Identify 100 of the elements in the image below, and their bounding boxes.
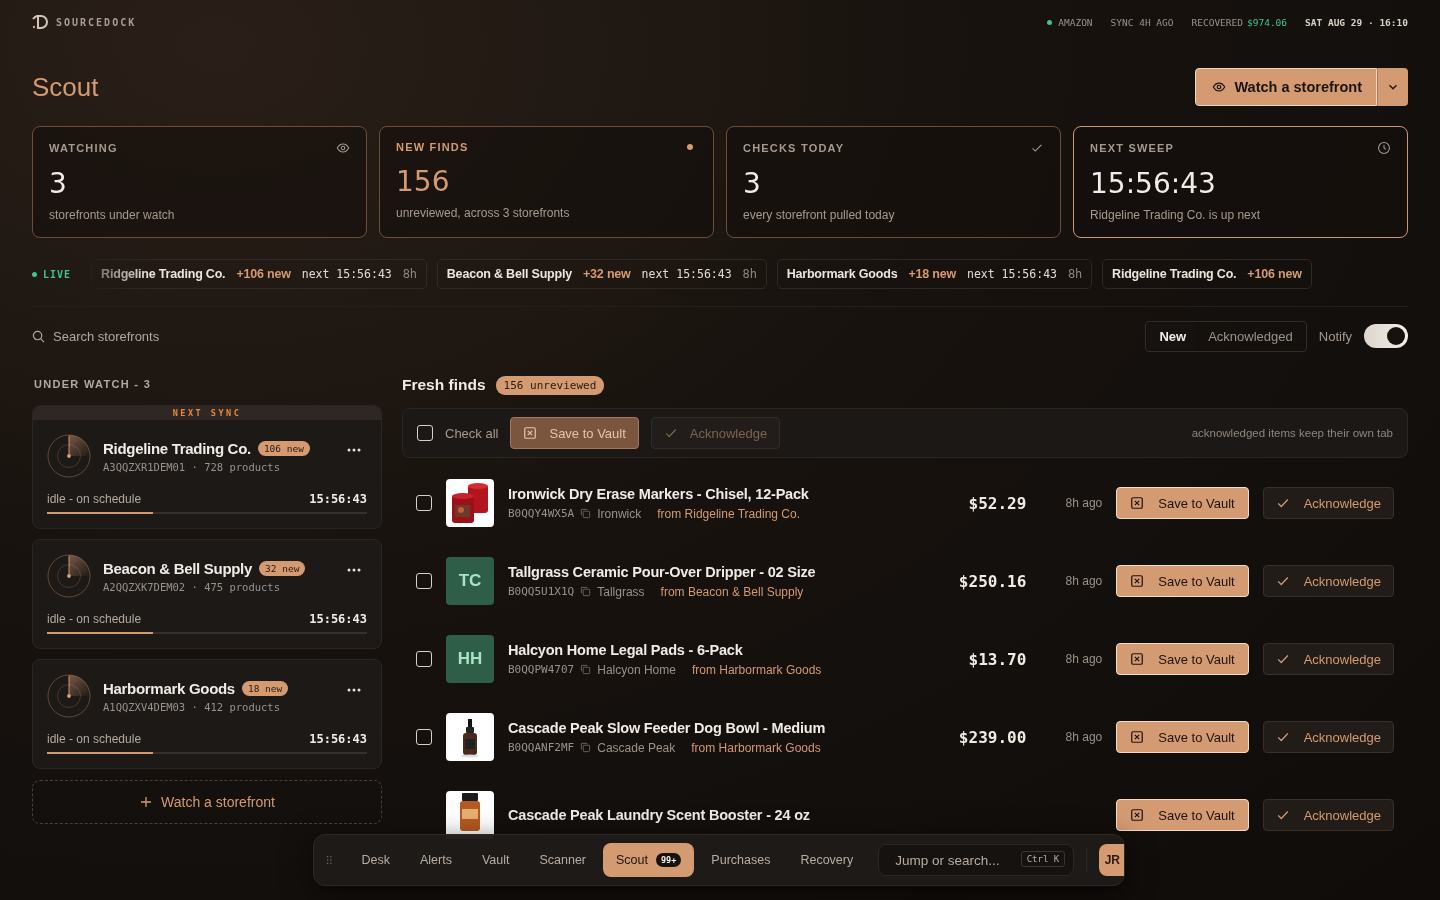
status-dot-icon: [687, 144, 693, 150]
recovered-amount: $974.06: [1247, 16, 1288, 28]
sync-status: idle - on schedule: [47, 492, 142, 506]
check-all-checkbox[interactable]: [417, 425, 433, 441]
dock-tab[interactable]: Purchases: [698, 843, 784, 877]
plus-icon: [139, 795, 154, 809]
stat-label: NEXT SWEEP: [1090, 142, 1175, 154]
acknowledge-button[interactable]: Acknowledge: [1262, 799, 1394, 831]
next-sync-time: next 15:56:43: [967, 267, 1057, 281]
view-tab[interactable]: New: [1148, 323, 1198, 349]
dock-tab[interactable]: Scanner: [526, 843, 600, 877]
dock-tab[interactable]: Vault: [468, 843, 523, 877]
view-tab[interactable]: Acknowledged: [1197, 323, 1304, 349]
storefront-card[interactable]: NEXT SYNC Ridgeline Trading Co. 106 new A3QQZXR1DEM01 · 728 products idle - on schedule 15:56:43: [32, 405, 382, 529]
sync-status: idle - on schedule: [47, 612, 142, 626]
storefront-name: Beacon & Bell Supply: [103, 559, 253, 577]
stat-value: 156: [396, 165, 451, 198]
vault-icon: [1130, 652, 1145, 666]
row-checkbox[interactable]: [416, 495, 432, 511]
stat-caption: storefronts under watch: [49, 208, 176, 222]
storefront-card[interactable]: Beacon & Bell Supply 32 new A2QQZXK7DEM02 · 475 products idle - on schedule 15:56:43: [32, 539, 382, 649]
copy-icon[interactable]: [580, 742, 592, 753]
brand-name: Halcyon Home: [597, 662, 676, 677]
check-all-label: Check all: [445, 425, 499, 441]
age-label: 8h: [742, 267, 757, 281]
product-title: Ironwick Dry Erase Markers - Chisel, 12-Pack: [508, 485, 810, 502]
watch-storefront-button[interactable]: Watch a storefront: [1195, 68, 1377, 106]
asin-code: B0QQANF2MF: [508, 741, 575, 754]
check-icon: [1275, 730, 1290, 744]
initials-avatar: HH: [446, 635, 494, 683]
stat-caption: unreviewed, across 3 storefronts: [396, 206, 571, 220]
price: $250.16: [957, 571, 1027, 591]
next-sync-time: 15:56:43: [309, 492, 367, 506]
row-checkbox[interactable]: [416, 651, 432, 667]
sync-status: SYNC 4H AGO: [1110, 16, 1174, 28]
new-count-badge: 32 new: [259, 560, 306, 576]
stat-caption: Ridgeline Trading Co. is up next: [1090, 208, 1262, 222]
copy-icon[interactable]: [580, 586, 592, 597]
acknowledge-button[interactable]: Acknowledge: [1262, 565, 1394, 597]
check-icon: [1275, 652, 1290, 666]
page-title: Scout: [32, 71, 99, 103]
found-age: 8h ago: [1064, 652, 1103, 666]
save-to-vault-button[interactable]: Save to Vault: [1116, 487, 1249, 519]
dock-tab[interactable]: Alerts: [406, 843, 465, 877]
storefront-card[interactable]: Harbormark Goods 18 new A1QQZXV4DEM03 · 412 products idle - on schedule 15:56:43: [32, 659, 382, 769]
search-field[interactable]: Search storefronts: [53, 328, 253, 344]
asin-code: B0QQY4WX5A: [508, 507, 575, 520]
section-title: Fresh finds: [402, 376, 486, 394]
dock-tab[interactable]: Recovery: [787, 843, 867, 877]
asin-code: B0QQ5U1X1Q: [508, 585, 575, 598]
drag-handle-icon[interactable]: [326, 854, 333, 866]
vault-icon: [1130, 808, 1145, 822]
check-icon: [1275, 808, 1290, 822]
save-to-vault-button[interactable]: Save to Vault: [1116, 799, 1249, 831]
row-checkbox[interactable]: [416, 573, 432, 589]
source-storefront: from Harbormark Goods: [691, 740, 821, 755]
next-sync-time: next 15:56:43: [301, 267, 392, 281]
acknowledge-button[interactable]: Acknowledge: [1262, 487, 1394, 519]
radar-icon: [47, 554, 91, 598]
next-sync-time: 15:56:43: [309, 732, 367, 746]
check-icon: [1275, 574, 1290, 588]
dock-tab[interactable]: Scout 99+: [603, 843, 695, 877]
more-icon: [347, 568, 361, 572]
copy-icon[interactable]: [580, 508, 592, 519]
acknowledge-button[interactable]: Acknowledge: [1262, 643, 1394, 675]
new-count: +106 new: [236, 267, 291, 281]
save-to-vault-button[interactable]: Save to Vault: [510, 417, 639, 449]
hint-text: acknowledged items keep their own tab: [1191, 427, 1393, 439]
logo-icon: [32, 15, 48, 29]
eye-icon: [1212, 80, 1227, 94]
check-icon: [1275, 496, 1290, 510]
radar-icon: [47, 434, 91, 478]
source-storefront: from Harbormark Goods: [691, 662, 822, 677]
more-icon: [347, 448, 361, 452]
acknowledge-button[interactable]: Acknowledge: [1262, 721, 1394, 753]
user-avatar[interactable]: JR: [1099, 844, 1124, 876]
eye-icon: [336, 141, 350, 155]
radar-icon: [47, 674, 91, 718]
save-to-vault-button[interactable]: Save to Vault: [1116, 721, 1249, 753]
storefront-meta: A1QQZXV4DEM03 · 412 products: [103, 700, 281, 713]
product-title: Cascade Peak Laundry Scent Booster - 24 oz: [508, 807, 811, 823]
age-label: 8h: [402, 267, 417, 281]
dock-tab[interactable]: Desk: [348, 843, 403, 877]
product-title: Cascade Peak Slow Feeder Dog Bowl - Medium: [508, 719, 827, 736]
brand-name: SOURCEDOCK: [56, 16, 137, 28]
save-to-vault-button[interactable]: Save to Vault: [1116, 565, 1249, 597]
notify-toggle[interactable]: [1364, 324, 1408, 348]
add-storefront-button[interactable]: Watch a storefront: [32, 780, 382, 824]
vault-icon: [523, 426, 538, 440]
row-checkbox[interactable]: [416, 729, 432, 745]
unreviewed-badge: 156 unreviewed: [495, 375, 605, 395]
copy-icon[interactable]: [580, 664, 592, 675]
vault-icon: [1130, 496, 1145, 510]
product-title: Tallgrass Ceramic Pour-Over Dripper - 02 Size: [508, 563, 817, 580]
storefront-name: Harbormark Goods: [786, 267, 898, 281]
search-icon: [32, 329, 45, 343]
save-to-vault-button[interactable]: Save to Vault: [1116, 643, 1249, 675]
vault-icon: [1130, 574, 1145, 588]
stat-label: CHECKS TODAY: [743, 142, 845, 154]
more-icon: [347, 688, 361, 692]
